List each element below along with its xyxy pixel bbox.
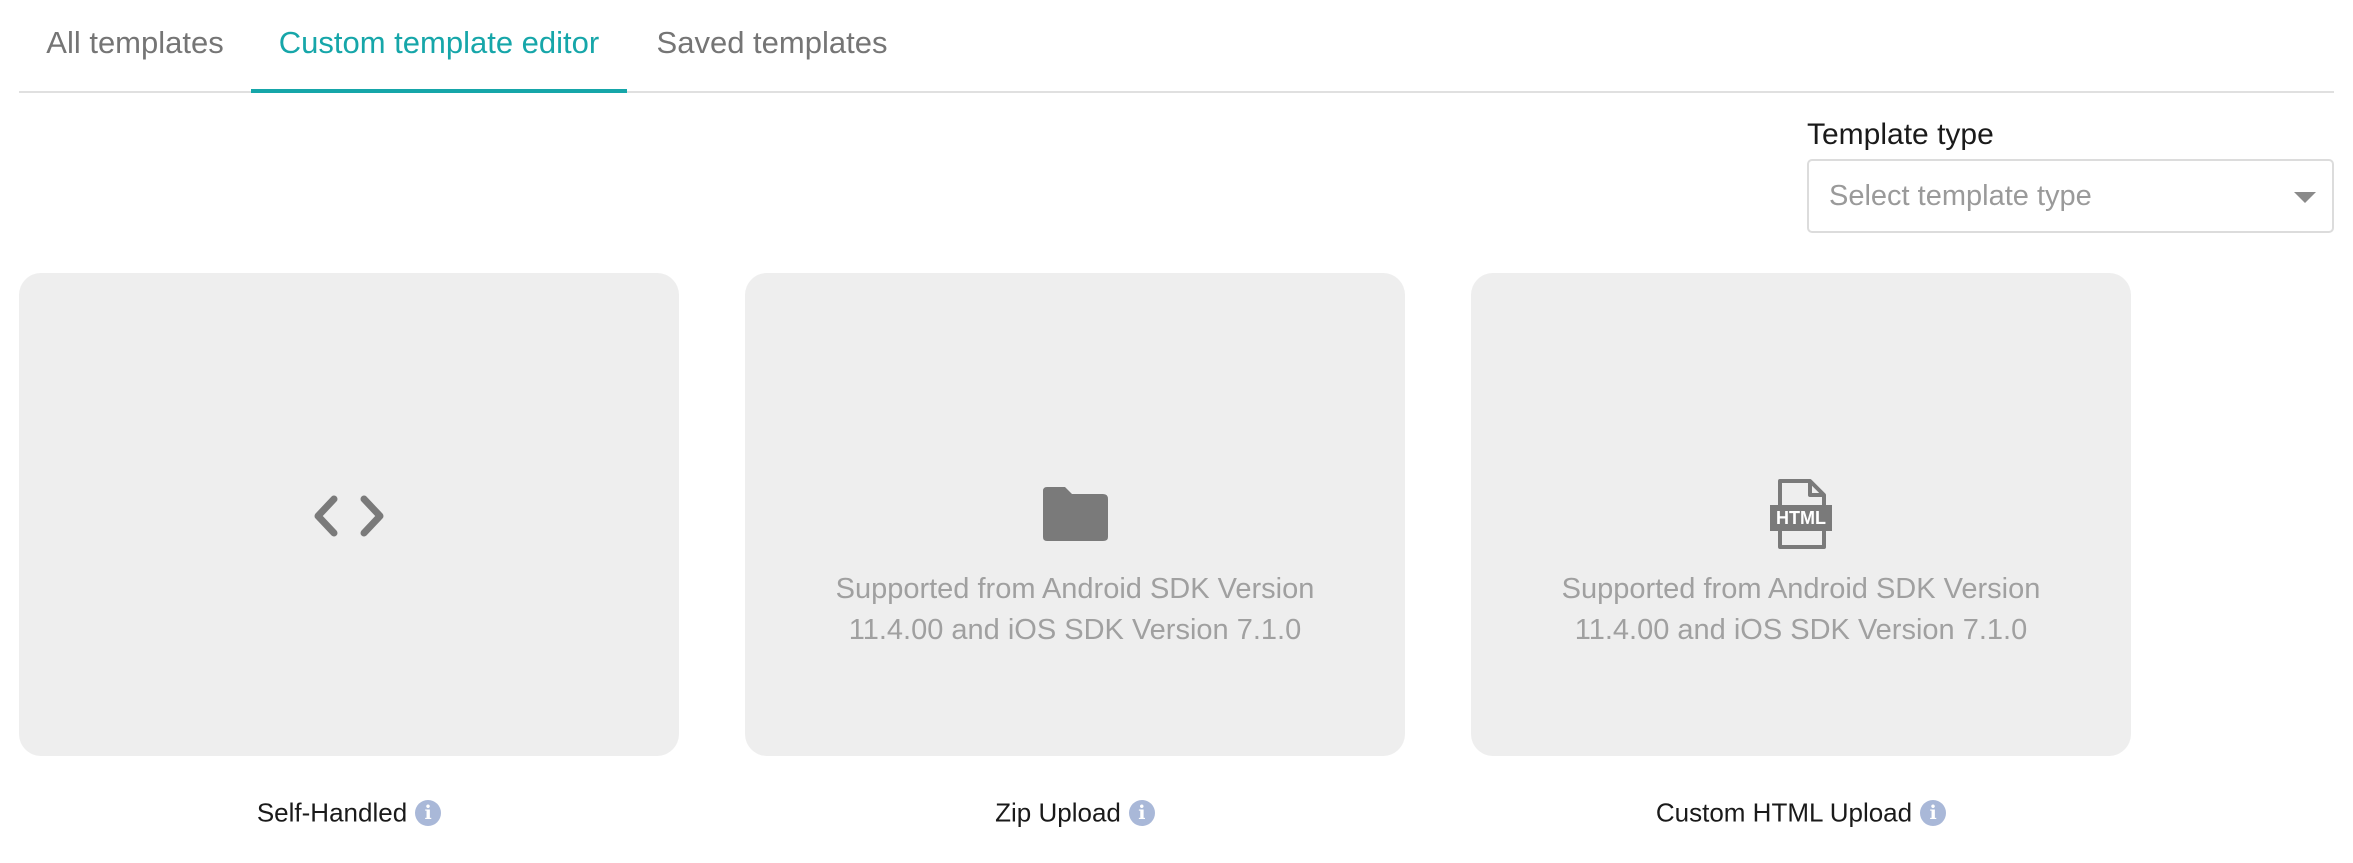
custom-html-upload-card[interactable]: HTML Supported from Android SDK Version … (1471, 273, 2131, 756)
self-handled-caption: Self-Handled i (19, 796, 679, 829)
note-line: 11.4.00 and iOS SDK Version 7.1.0 (848, 614, 1302, 646)
template-type-label: Template type (1807, 118, 1994, 151)
info-icon[interactable]: i (415, 800, 442, 827)
info-icon[interactable]: i (1920, 800, 1947, 827)
tab-saved-templates[interactable]: Saved templates (652, 0, 892, 91)
html-label: HTML (1776, 508, 1826, 528)
tab-bar: All templates Custom template editor Sav… (19, 0, 2334, 93)
chevron-down-icon (2294, 192, 2316, 203)
folder-icon (1043, 487, 1108, 541)
sdk-support-note: Supported from Android SDK Version 11.4.… (745, 569, 1405, 651)
self-handled-card[interactable] (19, 273, 679, 756)
note-line: Supported from Android SDK Version (1561, 573, 2041, 605)
tab-label: Custom template editor (278, 25, 600, 60)
template-type-select[interactable]: Select template type (1807, 159, 2334, 233)
tab-label: All templates (46, 25, 224, 60)
zip-upload-card[interactable]: Supported from Android SDK Version 11.4.… (745, 273, 1405, 756)
code-icon (314, 495, 384, 537)
zip-upload-caption: Zip Upload i (745, 796, 1405, 829)
caption-text: Self-Handled (256, 797, 408, 828)
tab-custom-template-editor[interactable]: Custom template editor (251, 0, 627, 93)
note-line: Supported from Android SDK Version (835, 573, 1315, 605)
tab-label: Saved templates (656, 25, 888, 60)
custom-html-upload-caption: Custom HTML Upload i (1471, 796, 2131, 829)
html-file-icon: HTML (1770, 479, 1832, 549)
template-type-placeholder: Select template type (1829, 180, 2092, 212)
caption-text: Custom HTML Upload (1655, 797, 1913, 828)
note-line: 11.4.00 and iOS SDK Version 7.1.0 (1574, 614, 2028, 646)
tab-all-templates[interactable]: All templates (46, 0, 224, 91)
sdk-support-note: Supported from Android SDK Version 11.4.… (1471, 569, 2131, 651)
template-editor-page: All templates Custom template editor Sav… (0, 0, 2353, 863)
caption-text: Zip Upload (995, 797, 1121, 828)
info-icon[interactable]: i (1128, 800, 1155, 827)
